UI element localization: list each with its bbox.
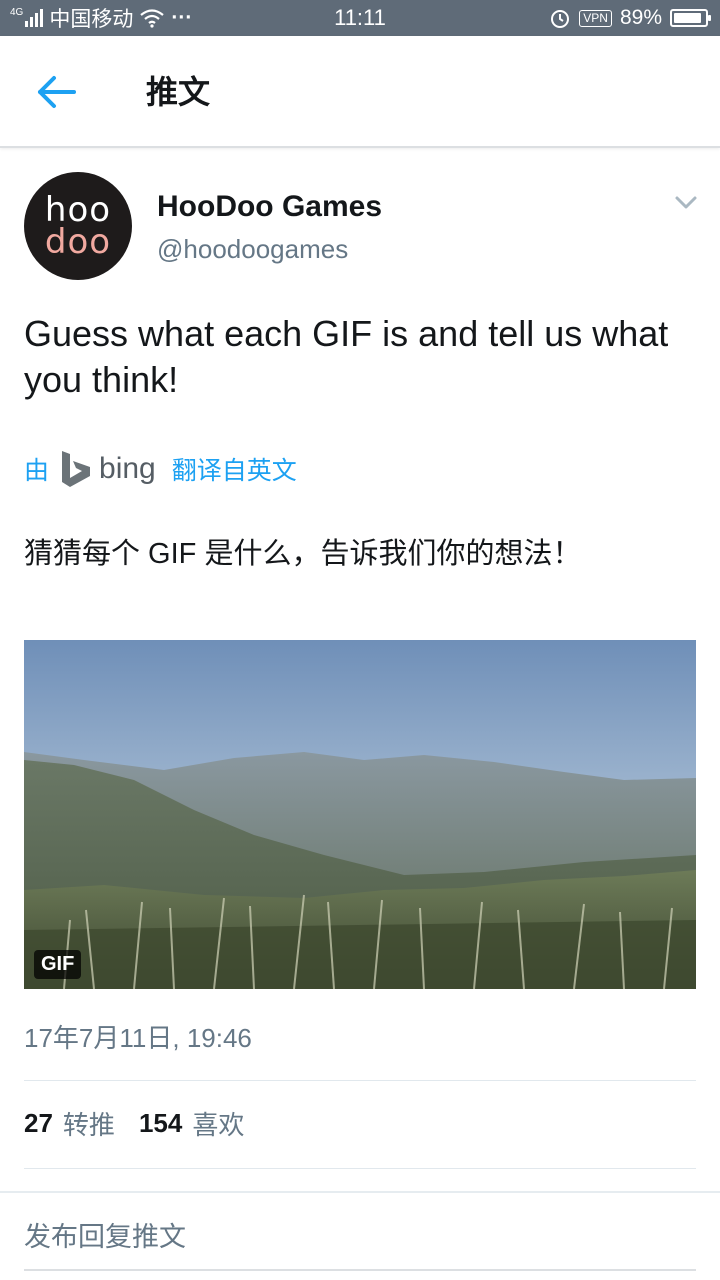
battery-level — [674, 13, 701, 23]
status-bar-right: VPN 89% — [549, 0, 711, 36]
like-label: 喜欢 — [192, 1109, 245, 1140]
reply-input-underline — [24, 1269, 696, 1271]
retweets-stat[interactable]: 27 转推 — [24, 1105, 115, 1142]
avatar-logo-line2: doo — [44, 222, 112, 262]
like-count: 154 — [138, 1107, 183, 1138]
battery-percent: 89% — [619, 6, 662, 29]
bing-wordmark: bing — [99, 452, 156, 485]
battery-icon — [670, 9, 711, 27]
arrow-left-icon — [38, 76, 76, 108]
avatar[interactable]: hoo doo — [24, 172, 132, 280]
alarm-icon — [551, 10, 570, 28]
likes-stat[interactable]: 154 喜欢 — [139, 1105, 244, 1142]
tweet-text: Guess what each GIF is and tell us what … — [24, 313, 669, 400]
gif-badge: GIF — [34, 950, 82, 979]
status-bar: 4G 中国移动 ··· 11:11 VPN 89% — [0, 0, 720, 36]
page-title: 推文 — [146, 74, 211, 110]
engagement-stats: 27 转推 154 喜欢 — [24, 1103, 268, 1143]
translated-tweet-text: 猜猜每个 GIF 是什么，告诉我们你的想法！ — [24, 538, 582, 570]
retweet-label: 转推 — [62, 1109, 115, 1140]
divider — [24, 1168, 696, 1169]
translated-by-label: 由 — [24, 457, 50, 485]
section-separator — [0, 1191, 720, 1193]
translation-attribution: 由 bing 翻译自英文 — [24, 447, 297, 491]
bing-logo[interactable]: bing — [59, 449, 164, 489]
reply-input[interactable]: 发布回复推文 — [24, 1214, 696, 1264]
author-display-name[interactable]: HooDoo Games — [157, 190, 382, 224]
bing-icon — [62, 451, 91, 487]
retweet-count: 27 — [24, 1107, 53, 1138]
top-app-bar: 推文 — [0, 36, 720, 148]
landscape-image — [24, 640, 696, 989]
vpn-badge: VPN — [579, 9, 612, 27]
author-handle[interactable]: @hoodoogames — [157, 234, 348, 265]
back-button[interactable] — [32, 72, 80, 112]
gif-media[interactable]: GIF — [24, 640, 696, 989]
tweet-options-button[interactable] — [672, 192, 700, 212]
divider — [24, 1080, 696, 1081]
chevron-down-icon — [675, 196, 697, 209]
tweet-timestamp: 17年7月11日, 19:46 — [24, 1023, 252, 1053]
translated-from-english-link[interactable]: 翻译自英文 — [172, 451, 297, 487]
